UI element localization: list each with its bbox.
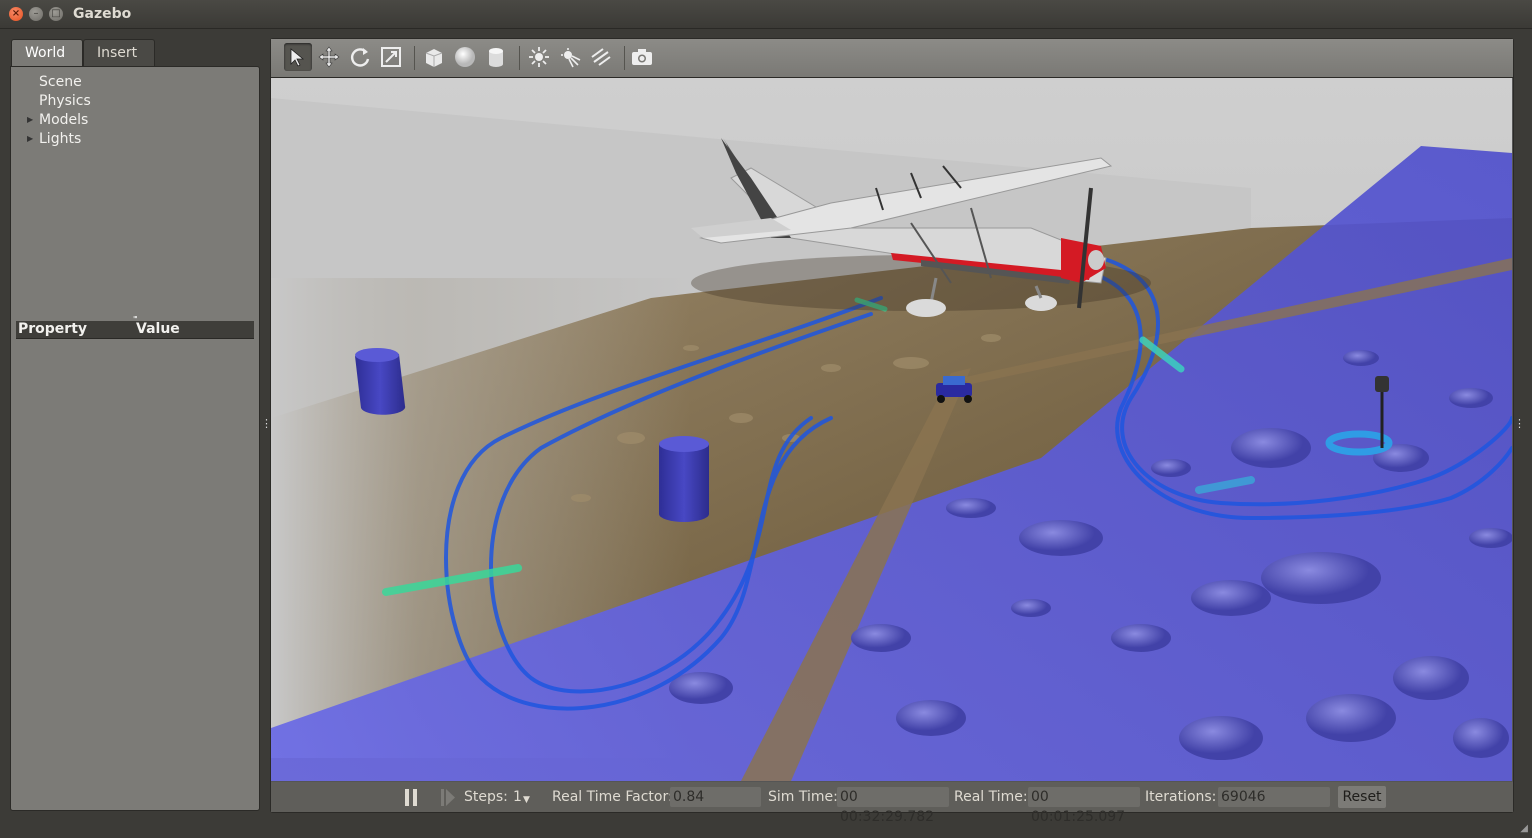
tree-item-physics[interactable]: Physics <box>39 92 91 110</box>
scale-icon[interactable] <box>377 43 405 71</box>
cylinder-shape-icon[interactable] <box>482 43 510 71</box>
steps-value[interactable]: 1 <box>513 788 522 806</box>
right-splitter-handle-icon[interactable]: ⋮ <box>1514 418 1525 430</box>
real-time-factor-label: Real Time Factor: <box>552 789 673 805</box>
toolbar-separator <box>519 46 520 70</box>
sim-time-field: 00 00:32:29.782 <box>837 787 949 825</box>
value-column-header: Value <box>136 321 180 337</box>
point-light-icon[interactable] <box>525 43 553 71</box>
toolbar-separator <box>624 46 625 70</box>
real-time-field: 00 00:01:25.097 <box>1028 787 1140 825</box>
property-column-header: Property <box>18 321 88 337</box>
3d-viewport[interactable] <box>271 78 1512 781</box>
reset-time-button[interactable]: Reset <box>1338 786 1386 808</box>
screenshot-icon[interactable] <box>628 43 656 71</box>
tab-insert[interactable]: Insert <box>83 39 155 66</box>
cylinder-obstacle <box>659 436 709 522</box>
expand-arrow-icon[interactable]: ▶ <box>27 111 33 129</box>
iterations-field: 69046 <box>1218 787 1330 807</box>
cylinder-obstacle <box>355 348 406 415</box>
toolbar-separator <box>414 46 415 70</box>
rotate-icon[interactable] <box>346 43 374 71</box>
translate-icon[interactable] <box>315 43 343 71</box>
left-panel: World Insert Scene Physics ▶ Models ▶ Li… <box>10 38 260 811</box>
property-table-header: Property Value <box>16 321 254 339</box>
maximize-window-icon[interactable]: □ <box>49 7 63 21</box>
iterations-label: Iterations: <box>1145 789 1217 805</box>
sphere-shape-icon[interactable] <box>451 43 479 71</box>
resize-grip-icon[interactable]: ◢ <box>1520 823 1528 834</box>
expand-arrow-icon[interactable]: ▶ <box>27 130 33 148</box>
spot-light-icon[interactable] <box>556 43 584 71</box>
chevron-down-icon[interactable]: ▼ <box>523 795 530 805</box>
render-toolbar <box>271 39 1513 78</box>
scene-render <box>271 78 1512 781</box>
minimize-window-icon[interactable]: – <box>29 7 43 21</box>
left-tabs: World Insert <box>10 38 260 66</box>
tree-item-lights[interactable]: Lights <box>39 130 81 148</box>
box-shape-icon[interactable] <box>420 43 448 71</box>
tree-item-models[interactable]: Models <box>39 111 88 129</box>
close-window-icon[interactable]: × <box>9 7 23 21</box>
step-forward-icon[interactable] <box>440 789 456 806</box>
world-tree-pane: Scene Physics ▶ Models ▶ Lights ''' Prop… <box>10 66 260 811</box>
select-arrow-icon[interactable] <box>284 43 312 71</box>
window-title: Gazebo <box>73 6 132 22</box>
real-time-factor-field: 0.84 <box>670 787 761 807</box>
steps-label: Steps: <box>464 789 508 805</box>
render-panel: Steps: 1 ▼ Real Time Factor: 0.84 Sim Ti… <box>270 38 1514 825</box>
pause-icon[interactable] <box>404 789 418 806</box>
status-bar: Steps: 1 ▼ Real Time Factor: 0.84 Sim Ti… <box>271 782 1513 825</box>
tab-world[interactable]: World <box>11 39 83 66</box>
directional-light-icon[interactable] <box>587 43 615 71</box>
tree-item-scene[interactable]: Scene <box>39 73 82 91</box>
real-time-label: Real Time: <box>954 789 1028 805</box>
title-bar: × – □ Gazebo <box>0 0 1532 29</box>
sim-time-label: Sim Time: <box>768 789 838 805</box>
